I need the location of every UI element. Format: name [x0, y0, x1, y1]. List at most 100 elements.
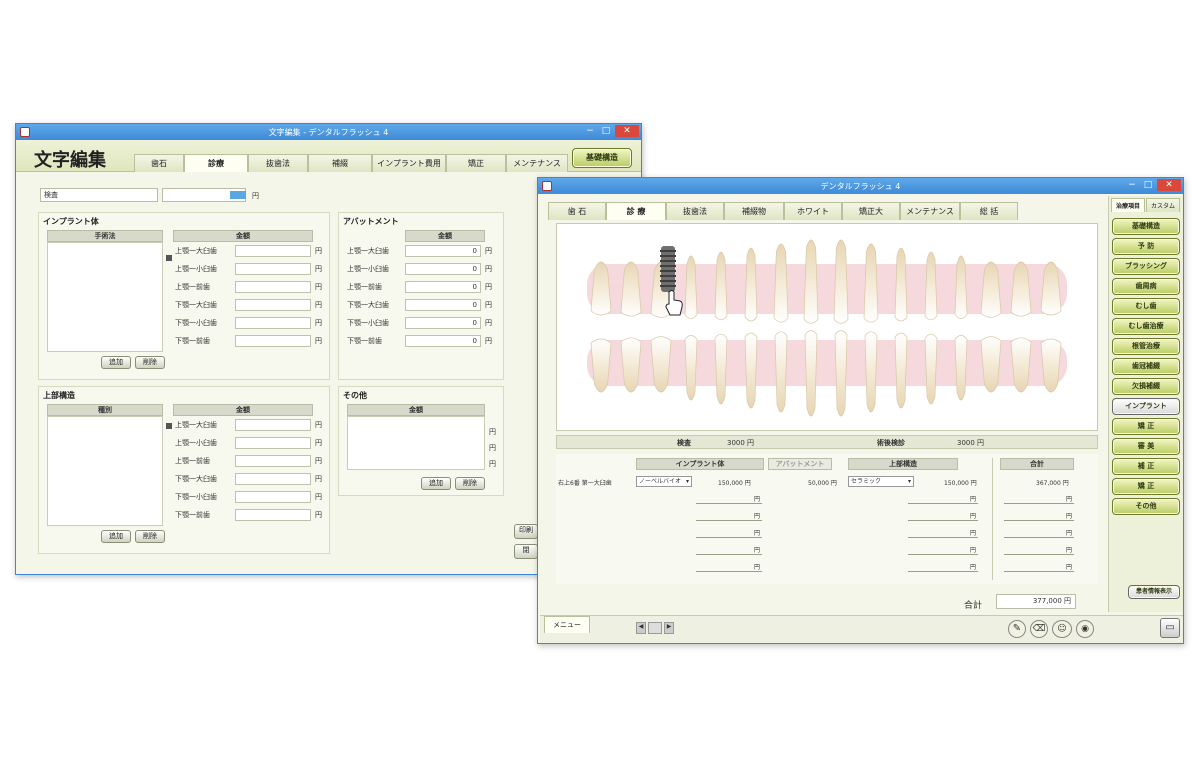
abutment-amount-field[interactable]: 0	[405, 263, 481, 275]
side-button-0[interactable]: 基礎構造	[1112, 218, 1180, 235]
side-button-1[interactable]: 予 防	[1112, 238, 1180, 255]
tab-6[interactable]: メンテナンス	[506, 154, 568, 172]
implant-amount-field[interactable]	[235, 281, 311, 293]
implant-method-list[interactable]	[47, 242, 163, 352]
item-name-input[interactable]: 検査	[40, 188, 158, 202]
minimize-icon[interactable]: −	[583, 125, 597, 137]
abutment-row-label: 上顎一前歯	[347, 283, 382, 291]
diag-value: 3000 円	[957, 439, 985, 447]
abutment-amount-field[interactable]: 0	[405, 335, 481, 347]
side-button-14[interactable]: その他	[1112, 498, 1180, 515]
side-button-12[interactable]: 補 正	[1112, 458, 1180, 475]
lower-tooth	[1010, 337, 1032, 393]
superstructure-delete-button[interactable]: 削除	[135, 530, 165, 543]
minimize-icon-2[interactable]: −	[1125, 179, 1139, 191]
implant-add-button[interactable]: 追加	[101, 356, 131, 369]
col-abutment: アバットメント	[768, 458, 832, 470]
superstructure-amount-field[interactable]	[235, 437, 311, 449]
abutment-amount-field[interactable]: 0	[405, 281, 481, 293]
tab-4[interactable]: インプラント費用	[372, 154, 446, 172]
side-tab-custom[interactable]: カスタム	[1146, 198, 1180, 212]
superstructure-type-list[interactable]	[47, 416, 163, 526]
tab-3[interactable]: 補綴	[308, 154, 372, 172]
close-icon[interactable]: ✕	[615, 125, 639, 137]
side-button-13[interactable]: 矯 正	[1112, 478, 1180, 495]
maximize-icon-2[interactable]: □	[1141, 179, 1155, 191]
implant-select[interactable]: ノーベルバイオ ▾	[636, 476, 692, 487]
teeth-illustration[interactable]	[557, 224, 1097, 430]
abutment-row: 下顎一大臼歯 0 円	[347, 298, 492, 312]
side-button-11[interactable]: 審 美	[1112, 438, 1180, 455]
superstructure-row-label: 上顎一前歯	[175, 457, 210, 465]
tab-5[interactable]: 矯正	[446, 154, 506, 172]
implant-thread	[660, 275, 676, 277]
abutment-amount-field[interactable]: 0	[405, 317, 481, 329]
side-button-4[interactable]: むし歯	[1112, 298, 1180, 315]
other-add-button[interactable]: 追加	[421, 477, 451, 490]
abutment-amount-field[interactable]: 0	[405, 245, 481, 257]
side-button-9[interactable]: インプラント	[1112, 398, 1180, 415]
users-icon[interactable]: ☺	[1052, 620, 1072, 638]
tab2-5[interactable]: 矯正大	[842, 202, 900, 220]
implant-amount-field[interactable]	[235, 317, 311, 329]
tab2-0[interactable]: 歯 石	[548, 202, 606, 220]
superstructure-row: 上顎一小臼歯 円	[175, 436, 322, 450]
tab-1[interactable]: 診療	[184, 154, 248, 172]
side-button-7[interactable]: 歯冠補綴	[1112, 358, 1180, 375]
lower-tooth	[650, 336, 672, 393]
tab2-2[interactable]: 抜歯法	[666, 202, 724, 220]
monitor-icon[interactable]: ▭	[1160, 618, 1180, 638]
patient-info-button[interactable]: 患者情報表示	[1128, 585, 1180, 599]
lower-tooth	[954, 335, 968, 401]
tab2-1[interactable]: 診 療	[606, 202, 666, 220]
close-icon-2[interactable]: ✕	[1157, 179, 1181, 191]
print-button[interactable]: 印刷	[514, 524, 538, 539]
implant-amount-field[interactable]	[235, 299, 311, 311]
side-button-10[interactable]: 矯 正	[1112, 418, 1180, 435]
tab2-6[interactable]: メンテナンス	[900, 202, 960, 220]
tab-0[interactable]: 歯石	[134, 154, 184, 172]
superstructure-amount-field[interactable]	[235, 455, 311, 467]
win1-titlebar[interactable]: 文字編集 - デンタルフラッシュ 4 − □ ✕	[16, 124, 641, 140]
tab2-4[interactable]: ホワイト	[784, 202, 842, 220]
scroll-marker-2	[166, 423, 172, 429]
tab2-7[interactable]: 総 括	[960, 202, 1018, 220]
close-button[interactable]: 閉	[514, 544, 538, 559]
other-delete-button[interactable]: 削除	[455, 477, 485, 490]
win2-titlebar[interactable]: デンタルフラッシュ 4 − □ ✕	[538, 178, 1183, 194]
camera-icon[interactable]: ◉	[1076, 620, 1094, 638]
implant-amount-field[interactable]	[235, 263, 311, 275]
superstructure-amount-field[interactable]	[235, 473, 311, 485]
superstructure-select[interactable]: セラミック ▾	[848, 476, 914, 487]
other-list[interactable]	[347, 416, 485, 470]
tab2-3[interactable]: 補綴物	[724, 202, 784, 220]
implant-amount-field[interactable]	[235, 245, 311, 257]
side-tab-treatment[interactable]: 治療項目	[1111, 198, 1145, 212]
pager-page-icon[interactable]	[648, 622, 662, 634]
side-button-3[interactable]: 歯周病	[1112, 278, 1180, 295]
eraser-tool-icon[interactable]: ⌫	[1030, 620, 1048, 638]
superstructure-amount-field[interactable]	[235, 419, 311, 431]
estimate-table: インプラント体 アバットメント 上部構造 合計 右上6番 第一大臼歯 ノーベルバ…	[556, 454, 1098, 584]
abutment-row-label: 上顎一小臼歯	[347, 265, 389, 273]
tab-2[interactable]: 抜歯法	[248, 154, 308, 172]
side-button-2[interactable]: ブラッシング	[1112, 258, 1180, 275]
superstructure-amount-field[interactable]	[235, 491, 311, 503]
side-button-6[interactable]: 根管治療	[1112, 338, 1180, 355]
pen-tool-icon[interactable]: ✎	[1008, 620, 1026, 638]
pager[interactable]: ◀ ▶	[636, 622, 684, 634]
implant-delete-button[interactable]: 削除	[135, 356, 165, 369]
side-button-8[interactable]: 欠損補綴	[1112, 378, 1180, 395]
superstructure-add-button[interactable]: 追加	[101, 530, 131, 543]
menu-tab[interactable]: メニュー	[544, 616, 590, 633]
maximize-icon[interactable]: □	[599, 125, 613, 137]
superstructure-amount-field[interactable]	[235, 509, 311, 521]
abutment-amount-field[interactable]: 0	[405, 299, 481, 311]
base-structure-button[interactable]: 基礎構造	[572, 148, 632, 168]
pager-next-icon[interactable]: ▶	[664, 622, 674, 634]
tooth-chart[interactable]	[556, 223, 1098, 431]
side-button-5[interactable]: むし歯治療	[1112, 318, 1180, 335]
implant-amount-field[interactable]	[235, 335, 311, 347]
pager-prev-icon[interactable]: ◀	[636, 622, 646, 634]
upper-tooth	[863, 243, 879, 323]
